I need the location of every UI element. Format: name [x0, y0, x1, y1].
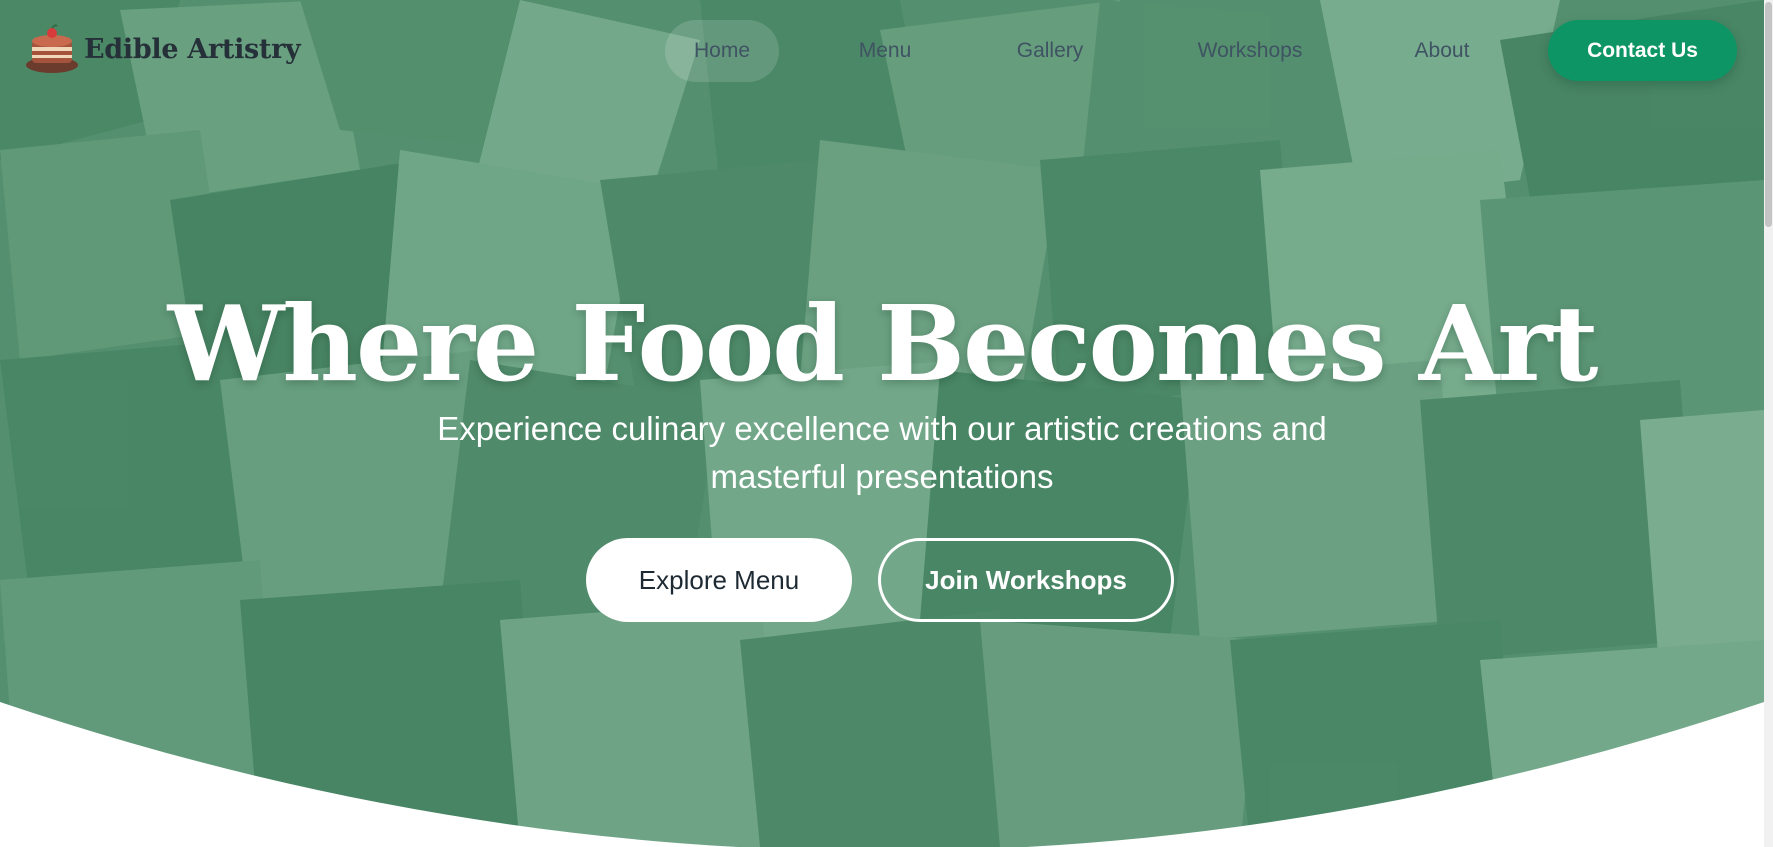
nav-item-about[interactable]: About: [1387, 20, 1497, 82]
main-nav: Home Menu Gallery Workshops About: [0, 20, 1764, 82]
nav-item-menu[interactable]: Menu: [830, 20, 940, 82]
hero-section: Edible Artistry Home Menu Gallery Worksh…: [0, 0, 1764, 847]
page-scrollbar-thumb[interactable]: [1765, 2, 1772, 227]
nav-item-home[interactable]: Home: [665, 20, 779, 82]
join-workshops-button[interactable]: Join Workshops: [878, 538, 1174, 622]
explore-menu-button[interactable]: Explore Menu: [586, 538, 852, 622]
hero-title: Where Food Becomes Art: [167, 281, 1599, 405]
nav-item-workshops[interactable]: Workshops: [1175, 20, 1325, 82]
nav-item-gallery[interactable]: Gallery: [994, 20, 1106, 82]
contact-us-button[interactable]: Contact Us: [1548, 20, 1737, 81]
hero-subtitle: Experience culinary excellence with our …: [437, 410, 1327, 495]
